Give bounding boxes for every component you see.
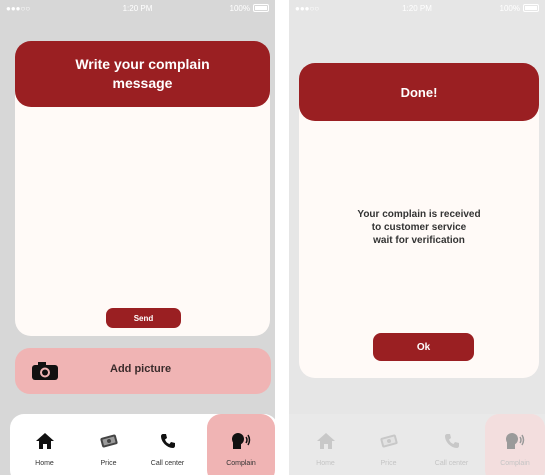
tab-call-center[interactable]: Call center [140, 414, 195, 475]
tab-complain-label: Complain [226, 460, 256, 467]
status-time: 1:20 PM [402, 3, 432, 13]
add-picture-label: Add picture [110, 363, 172, 375]
phone-icon [140, 432, 195, 450]
tab-call-center-label: Call center [434, 460, 469, 467]
phone-screen-done: ●●●○○ 1:20 PM 100% Done! Your complain i… [289, 0, 545, 475]
tab-call-center-label: Call center [150, 460, 185, 467]
status-time: 1:20 PM [122, 3, 153, 13]
complain-icon [207, 432, 275, 450]
confirmation-message: Your complain is received to customer se… [329, 208, 509, 247]
tab-home[interactable]: Home [17, 414, 72, 475]
send-button[interactable]: Send [106, 308, 181, 328]
price-icon [361, 432, 416, 450]
message-line: to customer service [371, 222, 467, 233]
tab-home-label: Home [35, 460, 54, 467]
tab-complain[interactable]: Complain [207, 414, 275, 475]
tab-call-center[interactable]: Call center [424, 414, 479, 475]
message-line: Your complain is received [357, 209, 481, 220]
status-bar: ●●●○○ 1:20 PM 100% [289, 0, 545, 16]
battery-icon [523, 4, 539, 12]
message-line: wait for verification [373, 235, 465, 246]
phone-icon [424, 432, 479, 450]
tab-home[interactable]: Home [298, 414, 353, 475]
price-icon [81, 432, 136, 450]
tab-price[interactable]: Price [81, 414, 136, 475]
status-bar: ●●●○○ 1:20 PM 100% [0, 0, 275, 16]
page-title: Write your complain message [15, 41, 270, 107]
tab-price[interactable]: Price [361, 414, 416, 475]
phone-screen-complain: ●●●○○ 1:20 PM 100% Write your complain m… [0, 0, 275, 475]
battery-icon [253, 4, 269, 12]
tab-complain[interactable]: Complain [485, 414, 545, 475]
tab-complain-label: Complain [500, 460, 530, 467]
tab-price-label: Price [380, 460, 397, 467]
tab-price-label: Price [100, 460, 117, 467]
tab-home-label: Home [316, 460, 335, 467]
complain-icon [485, 432, 545, 450]
camera-icon [32, 362, 58, 380]
dialog-title: Done! [299, 63, 539, 121]
home-icon [298, 432, 353, 450]
ok-button[interactable]: Ok [373, 333, 474, 361]
home-icon [17, 432, 72, 450]
